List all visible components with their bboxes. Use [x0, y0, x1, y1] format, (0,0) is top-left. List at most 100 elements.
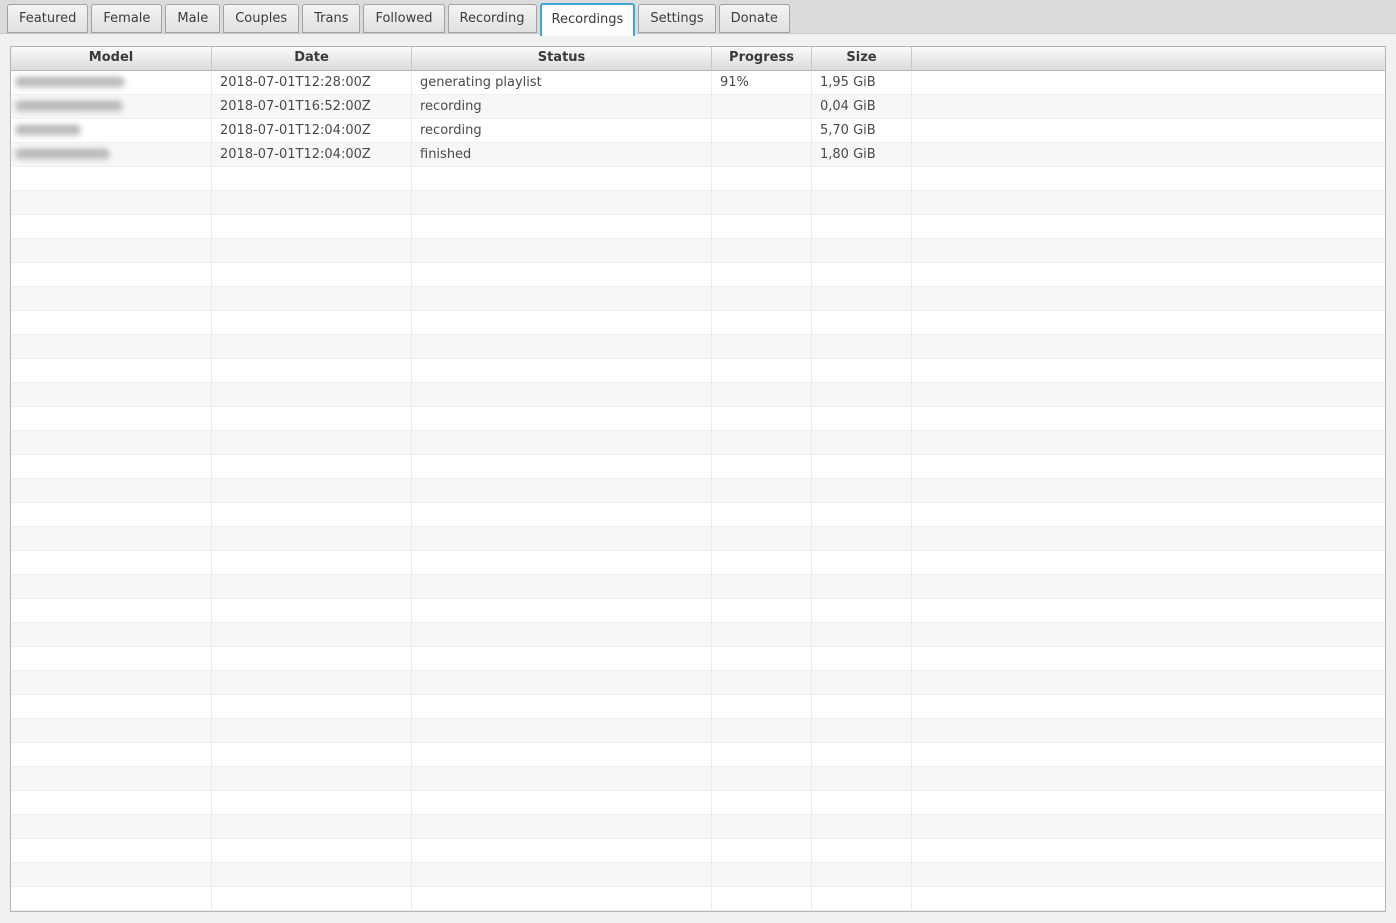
- table-row-empty: [11, 527, 1385, 551]
- cell-size: [812, 863, 912, 887]
- cell-filler: [912, 215, 1385, 239]
- cell-filler: [912, 839, 1385, 863]
- cell-status: [412, 407, 712, 431]
- table-row-empty: [11, 695, 1385, 719]
- cell-size: 0,04 GiB: [812, 95, 912, 119]
- cell-progress: [712, 647, 812, 671]
- column-header-model[interactable]: Model: [11, 47, 212, 71]
- table-row[interactable]: 2018-07-01T12:04:00Zrecording5,70 GiB: [11, 119, 1385, 143]
- cell-date: [212, 815, 412, 839]
- cell-progress: [712, 767, 812, 791]
- cell-model: [11, 311, 212, 335]
- cell-progress: [712, 743, 812, 767]
- table-row-empty: [11, 791, 1385, 815]
- tab-couples[interactable]: Couples: [223, 4, 299, 33]
- table-row-empty: [11, 287, 1385, 311]
- table-header: Model Date Status Progress Size: [11, 47, 1385, 71]
- cell-filler: [912, 455, 1385, 479]
- cell-status: finished: [412, 143, 712, 167]
- cell-date: [212, 383, 412, 407]
- tab-trans[interactable]: Trans: [302, 4, 360, 33]
- cell-filler: [912, 263, 1385, 287]
- cell-size: [812, 767, 912, 791]
- cell-progress: [712, 815, 812, 839]
- cell-date: [212, 839, 412, 863]
- cell-size: [812, 503, 912, 527]
- cell-filler: [912, 695, 1385, 719]
- table-row[interactable]: 2018-07-01T12:04:00Zfinished1,80 GiB: [11, 143, 1385, 167]
- cell-status: [412, 239, 712, 263]
- cell-progress: [712, 239, 812, 263]
- column-header-status[interactable]: Status: [412, 47, 712, 71]
- column-header-date[interactable]: Date: [212, 47, 412, 71]
- tab-male[interactable]: Male: [165, 4, 220, 33]
- cell-status: generating playlist: [412, 71, 712, 95]
- cell-progress: [712, 839, 812, 863]
- cell-filler: [912, 551, 1385, 575]
- table-row-empty: [11, 575, 1385, 599]
- cell-filler: [912, 599, 1385, 623]
- cell-status: recording: [412, 119, 712, 143]
- cell-size: [812, 695, 912, 719]
- column-header-size[interactable]: Size: [812, 47, 912, 71]
- cell-filler: [912, 671, 1385, 695]
- cell-date: 2018-07-01T12:28:00Z: [212, 71, 412, 95]
- cell-filler: [912, 743, 1385, 767]
- cell-size: [812, 575, 912, 599]
- cell-progress: [712, 719, 812, 743]
- cell-model: [11, 527, 212, 551]
- cell-status: recording: [412, 95, 712, 119]
- tab-donate[interactable]: Donate: [719, 4, 790, 33]
- cell-model: [11, 263, 212, 287]
- cell-status: [412, 455, 712, 479]
- cell-status: [412, 839, 712, 863]
- cell-date: [212, 719, 412, 743]
- cell-model: [11, 143, 212, 167]
- cell-filler: [912, 311, 1385, 335]
- cell-date: [212, 671, 412, 695]
- cell-date: [212, 407, 412, 431]
- cell-progress: [712, 407, 812, 431]
- table-row-empty: [11, 263, 1385, 287]
- cell-status: [412, 383, 712, 407]
- tab-settings[interactable]: Settings: [638, 4, 715, 33]
- cell-model: [11, 791, 212, 815]
- cell-model: [11, 71, 212, 95]
- cell-status: [412, 431, 712, 455]
- table-row-empty: [11, 599, 1385, 623]
- cell-status: [412, 695, 712, 719]
- model-name-redacted: [15, 77, 125, 88]
- cell-status: [412, 335, 712, 359]
- tab-female[interactable]: Female: [91, 4, 162, 33]
- cell-model: [11, 647, 212, 671]
- cell-date: [212, 167, 412, 191]
- table-row-empty: [11, 479, 1385, 503]
- cell-date: [212, 215, 412, 239]
- cell-filler: [912, 191, 1385, 215]
- cell-date: [212, 743, 412, 767]
- cell-size: [812, 647, 912, 671]
- cell-date: [212, 767, 412, 791]
- cell-size: [812, 215, 912, 239]
- column-header-progress[interactable]: Progress: [712, 47, 812, 71]
- tab-label: Featured: [19, 11, 76, 26]
- table-row[interactable]: 2018-07-01T16:52:00Zrecording0,04 GiB: [11, 95, 1385, 119]
- tab-featured[interactable]: Featured: [7, 4, 88, 33]
- cell-model: [11, 407, 212, 431]
- cell-model: [11, 167, 212, 191]
- table-row[interactable]: 2018-07-01T12:28:00Zgenerating playlist9…: [11, 71, 1385, 95]
- cell-size: 1,95 GiB: [812, 71, 912, 95]
- cell-size: [812, 743, 912, 767]
- cell-model: [11, 191, 212, 215]
- cell-size: [812, 431, 912, 455]
- cell-status: [412, 191, 712, 215]
- cell-model: [11, 575, 212, 599]
- cell-model: [11, 95, 212, 119]
- cell-filler: [912, 143, 1385, 167]
- cell-filler: [912, 287, 1385, 311]
- tab-followed[interactable]: Followed: [363, 4, 444, 33]
- cell-model: [11, 599, 212, 623]
- cell-progress: [712, 335, 812, 359]
- tab-recordings[interactable]: Recordings: [540, 3, 636, 36]
- tab-recording[interactable]: Recording: [448, 4, 537, 33]
